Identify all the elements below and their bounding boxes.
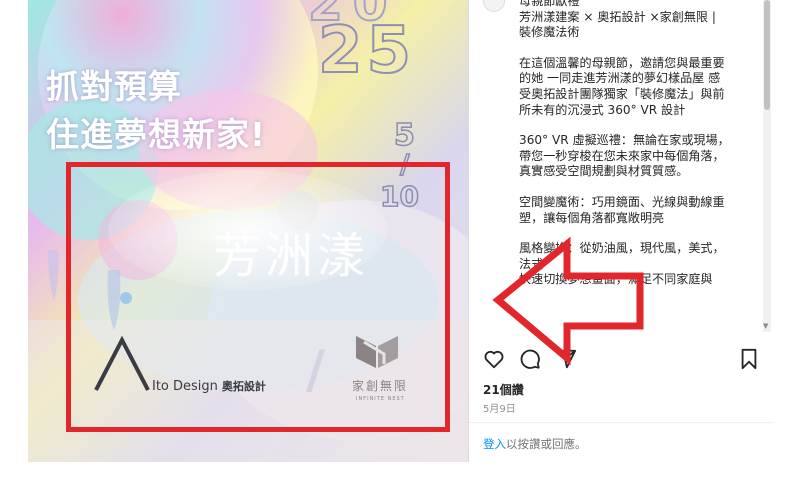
date-month: 5: [393, 117, 415, 154]
post-sidebar: 母親節獻禮 芳洲漾建案 × 奧拓設計 ×家創無限 | 裝修魔法術 在這個溫馨的母…: [468, 0, 773, 462]
caption-paragraph-2: 360° VR 虛擬巡禮：無論在家或現場，帶您一秒穿梭在您未來家中每個角落，真實…: [519, 133, 730, 179]
caption-scrollbar[interactable]: [763, 0, 771, 332]
post-caption: 母親節獻禮 芳洲漾建案 × 奧拓設計 ×家創無限 | 裝修魔法術 在這個溫馨的母…: [519, 0, 731, 288]
heart-icon[interactable]: [483, 348, 505, 370]
login-link[interactable]: 登入: [483, 437, 506, 451]
avatar[interactable]: [483, 0, 505, 12]
caption-credits: 芳洲漾建案 × 奧拓設計 ×家創無限 | 裝修魔法術: [519, 9, 716, 40]
comment-icon[interactable]: [519, 348, 541, 370]
scrollbar-thumb[interactable]: [764, 0, 770, 110]
scroll-down-arrow-icon[interactable]: ▼: [763, 322, 768, 330]
divider: [469, 422, 773, 423]
post-date[interactable]: 5月9日: [483, 400, 516, 415]
caption-paragraph-5-text: 快速切換夢想畫面，滿足不同家庭與: [519, 272, 713, 287]
login-prompt-text: 以按讚或回應。: [506, 437, 587, 451]
post-actions: [483, 348, 763, 374]
likes-count[interactable]: 21個讚: [483, 381, 524, 398]
headline-line-2: 住進夢想新家!: [46, 115, 267, 154]
caption-title: 母親節獻禮: [519, 0, 580, 8]
red-highlight-box: [66, 162, 450, 432]
bookmark-icon[interactable]: [739, 348, 759, 370]
year-outline: 25: [317, 13, 416, 89]
caption-mask: [469, 332, 763, 348]
caption-paragraph-3: 空間變魔術：巧用鏡面、光線與動線重塑，讓每個角落都寬敞明亮: [519, 194, 725, 225]
login-prompt: 登入以按讚或回應。: [483, 436, 587, 452]
headline-line-1: 抓對預算: [46, 67, 182, 106]
caption-paragraph-4: 風格變換：從奶油風，現代風，美式，法式 快速切換夢想畫面，滿足不同家庭與: [519, 241, 731, 288]
share-icon[interactable]: [555, 348, 577, 370]
caption-paragraph-1: 在這個溫馨的母親節，邀請您與最重要的她 一同走進芳洲漾的夢幻樣品屋 感受奧拓設計…: [519, 55, 725, 117]
caption-title-block: 母親節獻禮 芳洲漾建案 × 奧拓設計 ×家創無限 | 裝修魔法術: [519, 0, 731, 41]
caption-paragraph-4-text: 風格變換：從奶油風，現代風，美式，法式: [519, 241, 725, 271]
